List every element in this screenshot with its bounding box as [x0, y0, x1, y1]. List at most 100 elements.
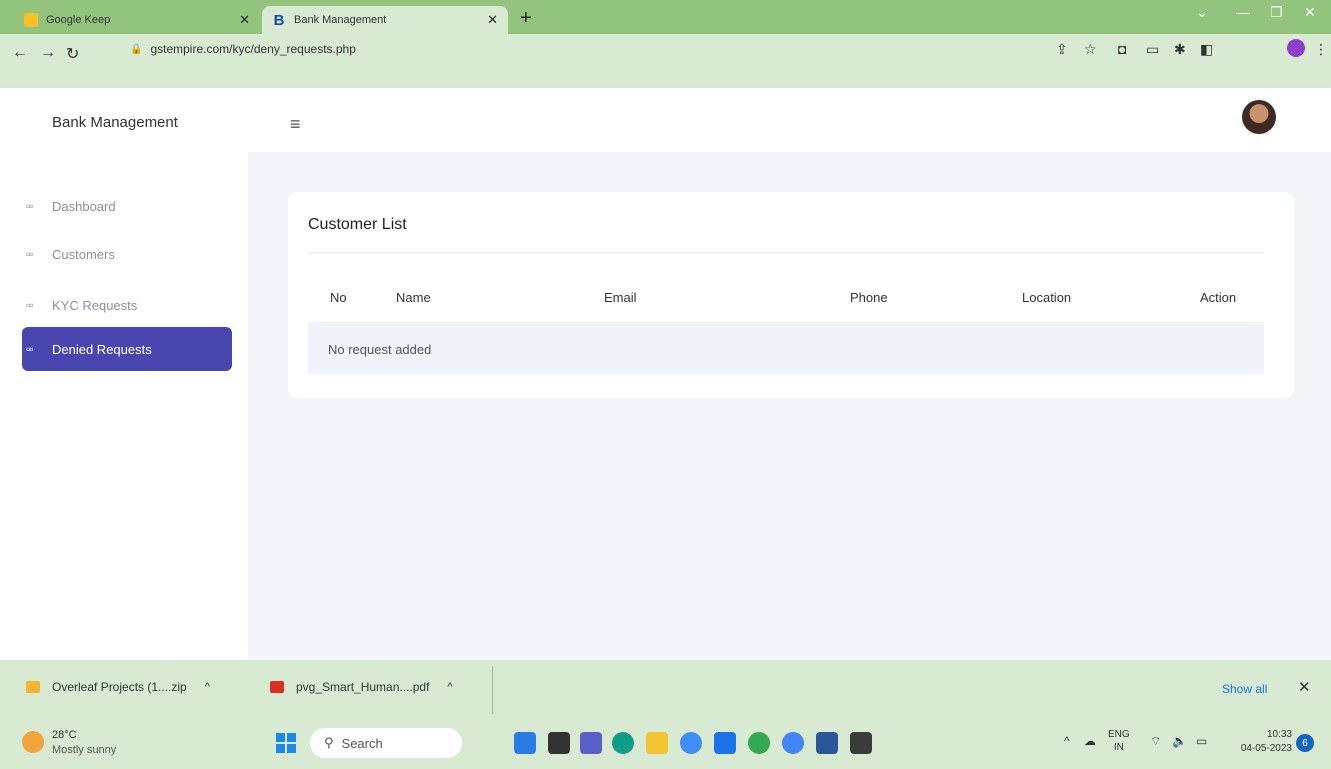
column-header-name: Name	[396, 290, 431, 305]
brand-title[interactable]: Bank Management	[52, 114, 178, 131]
sidebar-item-label: Denied Requests	[52, 341, 152, 357]
extension-icon[interactable]: ▭	[1146, 41, 1159, 58]
extensions-puzzle-icon[interactable]: ✱	[1174, 41, 1186, 58]
forward-icon[interactable]: →	[40, 44, 56, 62]
sidebar-item-label: Dashboard	[52, 198, 116, 214]
hamburger-menu-icon[interactable]: ≡	[290, 114, 301, 135]
bing-icon[interactable]	[514, 732, 536, 754]
column-header-action: Action	[1200, 290, 1237, 305]
download-filename: Overleaf Projects (1....zip	[52, 680, 187, 694]
menu-kebab-icon[interactable]: ⋮	[1314, 41, 1328, 58]
search-placeholder: Search	[341, 735, 383, 751]
main-content: Customer List No Name Email Phone Locati…	[248, 152, 1331, 660]
close-window-icon[interactable]: ✕	[1304, 4, 1316, 21]
column-header-phone: Phone	[850, 290, 888, 305]
minimize-icon[interactable]: —	[1236, 4, 1250, 20]
chevron-up-icon[interactable]: ^	[447, 681, 452, 693]
tab-bank-management[interactable]: B Bank Management ✕	[262, 6, 508, 34]
tab-label: Bank Management	[294, 14, 387, 26]
screen: Google Keep ✕ B Bank Management ✕ + ⌄ — …	[0, 0, 1331, 769]
download-filename: pvg_Smart_Human....pdf	[296, 680, 430, 694]
chrome-icon[interactable]	[748, 732, 770, 754]
battery-icon[interactable]: ▭	[1196, 734, 1207, 748]
sidebar-item-denied-requests[interactable]: ▫▫ Denied Requests	[22, 327, 232, 371]
back-icon[interactable]: ←	[12, 44, 28, 62]
profile-avatar-icon[interactable]	[1287, 39, 1305, 57]
reload-icon[interactable]: ↻	[66, 44, 79, 64]
download-item[interactable]: Overleaf Projects (1....zip ^	[26, 680, 210, 694]
extension-icon[interactable]: ◘	[1118, 41, 1126, 57]
search-icon: ⚲	[324, 735, 334, 750]
tab-google-keep[interactable]: Google Keep ✕	[14, 6, 260, 34]
onedrive-cloud-icon[interactable]: ☁	[1084, 734, 1096, 748]
column-header-location: Location	[1022, 290, 1072, 305]
new-tab-button[interactable]: +	[520, 7, 532, 30]
bookmark-star-icon[interactable]: ☆	[1084, 41, 1097, 58]
chrome-icon[interactable]	[782, 732, 804, 754]
chevron-down-icon[interactable]: ⌄	[1196, 4, 1208, 21]
file-explorer-icon[interactable]	[646, 732, 668, 754]
customer-list-card: Customer List No Name Email Phone Locati…	[288, 192, 1294, 398]
pdf-icon	[270, 681, 284, 693]
table-row: No request added	[308, 322, 1264, 374]
app-icon[interactable]	[850, 732, 872, 754]
share-icon[interactable]: ⇪	[1056, 41, 1068, 58]
sidebar-item-customers[interactable]: ▫▫ Customers	[22, 232, 232, 276]
chevron-up-icon[interactable]: ^	[1064, 734, 1070, 748]
region-label: IN	[1113, 742, 1124, 753]
clock-time: 10:33	[1266, 729, 1292, 740]
sidebar: ▫▫ Dashboard ▫▫ Customers ▫▫ KYC Request…	[0, 152, 248, 660]
sidebar-item-label: Customers	[52, 246, 115, 262]
weather-temperature: 28°C	[52, 729, 77, 741]
task-view-icon[interactable]	[548, 732, 570, 754]
grid-icon: ▫▫	[26, 199, 33, 213]
sidebar-item-label: KYC Requests	[52, 297, 138, 313]
tab-label: Google Keep	[46, 14, 111, 26]
windows-start-icon[interactable]	[276, 733, 296, 753]
language-indicator[interactable]: ENG IN	[1108, 728, 1130, 754]
taskbar-search[interactable]: ⚲ Search	[310, 728, 462, 758]
lang-label: ENG	[1108, 729, 1130, 740]
browser-toolbar: ← → ↻ 🔒 gstempire.com/kyc/deny_requests.…	[0, 34, 1331, 88]
close-icon[interactable]: ✕	[1298, 678, 1311, 696]
chevron-up-icon[interactable]: ^	[205, 681, 210, 693]
browser-tab-strip: Google Keep ✕ B Bank Management ✕ + ⌄ — …	[0, 0, 1331, 34]
volume-icon[interactable]: 🔈	[1172, 734, 1187, 748]
close-tab-icon[interactable]: ✕	[487, 12, 498, 28]
chat-icon[interactable]	[580, 732, 602, 754]
user-avatar[interactable]	[1242, 100, 1276, 134]
lock-icon: 🔒	[130, 43, 143, 55]
store-icon[interactable]	[714, 732, 736, 754]
app-header: Bank Management ≡	[0, 88, 1331, 152]
column-header-no: No	[330, 290, 347, 305]
url-text: gstempire.com/kyc/deny_requests.php	[150, 42, 356, 56]
card-title: Customer List	[308, 216, 407, 233]
close-tab-icon[interactable]: ✕	[239, 12, 250, 28]
sidebar-item-kyc-requests[interactable]: ▫▫ KYC Requests	[22, 283, 232, 327]
show-all-link[interactable]: Show all	[1222, 682, 1267, 696]
download-item[interactable]: pvg_Smart_Human....pdf ^	[270, 680, 453, 694]
zip-folder-icon	[26, 681, 40, 693]
address-bar[interactable]: 🔒 gstempire.com/kyc/deny_requests.php	[118, 37, 1098, 61]
wifi-icon[interactable]: ⌔	[1150, 734, 1161, 749]
bank-favicon-icon: B	[273, 11, 285, 29]
empty-message: No request added	[328, 342, 432, 357]
weather-sun-icon[interactable]	[22, 731, 44, 753]
clock-date: 04-05-2023	[1240, 743, 1292, 754]
download-bar: Overleaf Projects (1....zip ^ pvg_Smart_…	[0, 660, 1331, 720]
sidebar-item-dashboard[interactable]: ▫▫ Dashboard	[22, 184, 232, 228]
google-keep-icon	[24, 13, 38, 27]
notification-badge[interactable]: 6	[1296, 734, 1314, 752]
weather-condition: Mostly sunny	[52, 744, 117, 756]
windows-taskbar: 28°C Mostly sunny ⚲ Search ^ ☁ ENG IN ⌔ …	[0, 720, 1331, 769]
edge-icon[interactable]	[612, 732, 634, 754]
column-header-email: Email	[604, 290, 637, 305]
grid-icon: ▫▫	[26, 298, 33, 312]
app-icon[interactable]	[680, 732, 702, 754]
divider	[308, 252, 1264, 253]
system-clock[interactable]: 10:33 04-05-2023	[1232, 728, 1292, 756]
maximize-icon[interactable]: ❐	[1270, 4, 1283, 21]
word-icon[interactable]	[816, 732, 838, 754]
divider	[492, 666, 493, 714]
side-panel-icon[interactable]: ◧	[1200, 41, 1213, 58]
